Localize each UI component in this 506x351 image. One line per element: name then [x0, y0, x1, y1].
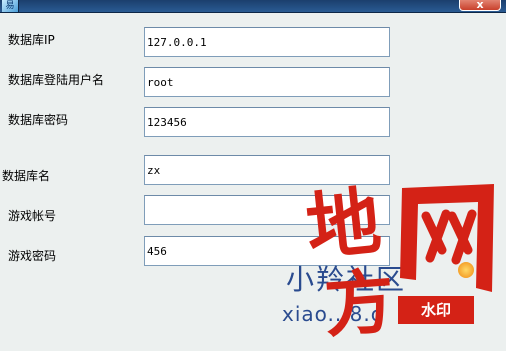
watermark-char-wang [400, 184, 494, 292]
db-ip-field[interactable] [144, 27, 390, 57]
watermark-stamp: 水印 [398, 296, 474, 324]
game-account-field[interactable] [144, 195, 390, 225]
db-name-field[interactable] [144, 155, 390, 185]
db-password-field[interactable] [144, 107, 390, 137]
game-password-label: 游戏密码 [8, 249, 57, 263]
close-button[interactable]: x [459, 0, 501, 11]
db-ip-label: 数据库IP [8, 33, 55, 47]
game-password-field[interactable] [144, 236, 390, 266]
watermark-sun-icon [458, 262, 474, 278]
title-bar: 易 x [0, 0, 506, 13]
app-icon: 易 [2, 0, 19, 12]
db-name-label: 数据库名 [2, 169, 51, 183]
game-account-label: 游戏帐号 [8, 209, 57, 223]
db-user-field[interactable] [144, 67, 390, 97]
db-password-label: 数据库密码 [8, 113, 69, 127]
watermark-url-text: xiao...8.c [282, 302, 383, 326]
db-user-label: 数据库登陆用户名 [8, 73, 105, 87]
